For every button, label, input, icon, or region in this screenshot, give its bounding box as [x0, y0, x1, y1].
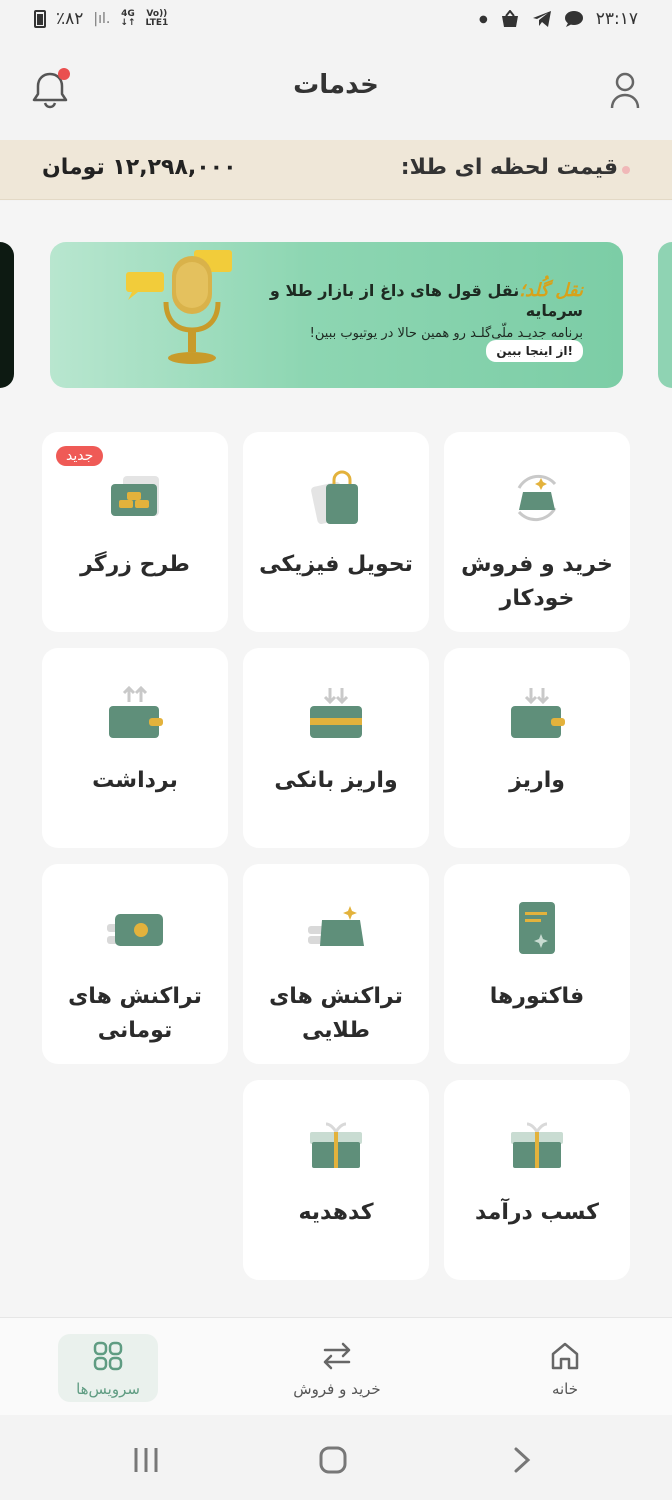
nav-home-label: خانه [551, 1380, 579, 1398]
service-earn-income[interactable]: کسب درآمد [444, 1080, 630, 1280]
volte-indicator: Vo)) LTE1 [145, 10, 168, 28]
nav-services[interactable]: سرویس‌ها [58, 1334, 158, 1402]
banner-watch-button[interactable]: از اینجا ببین! [486, 340, 583, 362]
user-icon [610, 72, 640, 109]
live-indicator-dot [622, 166, 630, 174]
home-icon [551, 1342, 579, 1370]
clock: ۲۳:۱۷ [595, 9, 638, 29]
network-indicator: 4G ↓↑ [120, 10, 135, 28]
service-label: خرید و فروش خودکار [461, 552, 613, 611]
new-badge: جدید [56, 446, 104, 466]
service-deposit[interactable]: واریز [444, 648, 630, 848]
home-circle-icon[interactable] [318, 1445, 348, 1475]
nav-services-label: سرویس‌ها [76, 1380, 140, 1398]
notification-dot-icon: ● [479, 13, 488, 25]
service-label: کسب درآمد [475, 1200, 599, 1225]
gold-bars-icon [111, 476, 159, 516]
system-navigation-bar [0, 1415, 672, 1500]
banner-title: نقل گُلد؛نقل قول های داغ از بازار طلا و … [253, 280, 583, 320]
service-label: طرح زرگر [80, 552, 190, 577]
gold-price-bar: قیمت لحظه ای طلا: ۱۲,۲۹۸,۰۰۰ تومان [0, 140, 672, 200]
swap-arrows-icon [323, 1342, 351, 1370]
service-label: واریز [509, 768, 565, 793]
recent-apps-icon[interactable] [132, 1445, 160, 1475]
nav-trade[interactable]: خرید و فروش [270, 1334, 404, 1402]
lte-label: LTE1 [145, 18, 169, 28]
service-gold-transactions[interactable]: تراکنش های طلایی [243, 864, 429, 1064]
promo-banner[interactable]: نقل گُلد؛نقل قول های داغ از بازار طلا و … [50, 242, 623, 388]
service-toman-transactions[interactable]: تراکنش های تومانی [42, 864, 228, 1064]
service-invoices[interactable]: فاکتورها [444, 864, 630, 1064]
network-arrows-icon: ↓↑ [120, 18, 136, 28]
shopping-basket-icon [501, 10, 518, 27]
banner-brand: نقل گُلد؛ [519, 280, 583, 301]
gold-price-value: ۱۲,۲۹۸,۰۰۰ تومان [42, 155, 237, 180]
grid-icon [93, 1341, 123, 1371]
service-auto-trade[interactable]: خرید و فروش خودکار [444, 432, 630, 632]
nav-home[interactable]: خانه [515, 1334, 615, 1402]
telegram-icon [532, 11, 551, 27]
service-zargar-plan[interactable]: جدید طرح زرگر [42, 432, 228, 632]
profile-button[interactable] [610, 70, 640, 110]
service-bank-deposit[interactable]: واریز بانکی [243, 648, 429, 848]
gift-code-icon [310, 1122, 362, 1168]
bank-deposit-icon [310, 688, 362, 738]
chat-bubble-icon [564, 11, 583, 27]
service-label: تراکنش های طلایی [269, 984, 403, 1043]
microphone-icon [126, 250, 232, 364]
gold-transactions-icon [308, 906, 364, 946]
auto-trade-icon [517, 474, 557, 522]
deposit-wallet-icon [511, 688, 565, 738]
status-bar: ٪۸۲ |ıl. 4G ↓↑ Vo)) LTE1 ● ۲۳:۱۷ [0, 0, 672, 40]
toman-transactions-icon [107, 914, 163, 946]
shopping-bag-icon [311, 470, 358, 524]
banner-peek-previous[interactable] [0, 242, 14, 388]
service-physical-delivery[interactable]: تحویل فیزیکی [243, 432, 429, 632]
service-label: تراکنش های تومانی [68, 984, 202, 1043]
banner-peek-next[interactable] [658, 242, 672, 388]
gift-icon [511, 1122, 563, 1168]
bottom-navigation: سرویس‌ها خرید و فروش خانه [0, 1317, 672, 1415]
back-chevron-icon[interactable] [510, 1445, 534, 1475]
banner-subtitle: برنامه جدیـد ملّی‌گلـد رو همین حالا در ی… [309, 326, 583, 341]
service-gift-code[interactable]: کدهدیه [243, 1080, 429, 1280]
service-label: تحویل فیزیکی [259, 552, 413, 577]
page-title: خدمات [293, 70, 379, 100]
banner-text: نقل گُلد؛نقل قول های داغ از بازار طلا و … [253, 280, 583, 341]
service-withdraw[interactable]: برداشت [42, 648, 228, 848]
service-label: کدهدیه [298, 1200, 374, 1225]
service-label: فاکتورها [489, 984, 585, 1009]
app-header: خدمات [0, 40, 672, 140]
service-label: واریز بانکی [274, 768, 398, 793]
battery-icon [34, 10, 46, 28]
gold-price-label: قیمت لحظه ای طلا: [400, 155, 618, 180]
signal-icon: |ıl. [93, 11, 111, 27]
withdraw-wallet-icon [109, 685, 163, 738]
invoice-icon [519, 902, 555, 954]
nav-trade-label: خرید و فروش [293, 1380, 381, 1398]
battery-level: ٪۸۲ [56, 9, 84, 29]
service-label: برداشت [92, 768, 178, 793]
